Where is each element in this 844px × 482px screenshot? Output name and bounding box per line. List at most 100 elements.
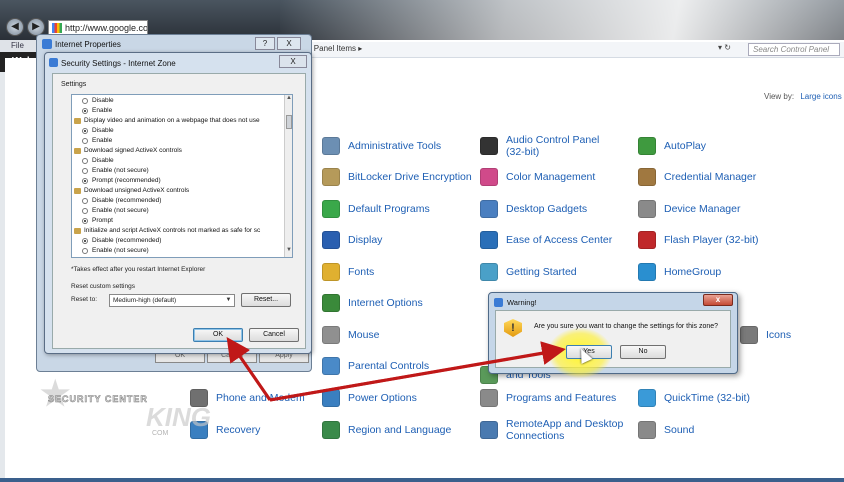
control-panel-item-label: Internet Options (348, 297, 423, 309)
refresh-icon[interactable]: ▾ ↻ (718, 43, 731, 52)
scroll-up-icon[interactable]: ▲ (285, 95, 292, 101)
setting-category[interactable]: Initialize and script ActiveX controls n… (72, 226, 260, 236)
settings-list[interactable]: Enable (not secure) Disable (recommended)… (71, 94, 293, 258)
scroll-thumb[interactable] (286, 115, 292, 129)
radio-button[interactable] (82, 178, 88, 184)
settings-label: Settings (61, 81, 87, 88)
setting-text: Disable (recommended) (92, 197, 162, 204)
ok-button[interactable]: OK (193, 328, 243, 342)
settings-scrollbar[interactable]: ▲ ▼ (284, 95, 292, 257)
setting-option[interactable]: Enable (not secure) (72, 206, 149, 216)
parental-icon (322, 357, 340, 375)
getting-started-icon (480, 263, 498, 281)
control-panel-item-label: Programs and Features (506, 392, 617, 404)
control-panel-item[interactable]: Programs and Features (480, 385, 616, 411)
control-panel-item[interactable]: Desktop Gadgets (480, 196, 587, 222)
radio-button[interactable] (82, 248, 88, 254)
watermark-tag: COM (152, 430, 169, 437)
control-panel-item[interactable]: HomeGroup (638, 259, 721, 285)
radio-button[interactable] (82, 168, 88, 174)
radio-button[interactable] (82, 158, 88, 164)
control-panel-item-label: Sound (664, 424, 695, 436)
control-panel-item[interactable]: Credential Manager (638, 164, 756, 190)
remoteapp-icon (480, 421, 498, 439)
control-panel-item[interactable]: Flash Player (32-bit) (638, 227, 759, 253)
setting-gear-icon (74, 148, 81, 154)
setting-category[interactable]: Download signed ActiveX controls (72, 146, 182, 156)
setting-category[interactable]: Download unsigned ActiveX controls (72, 186, 189, 196)
control-panel-item[interactable]: Internet Options (322, 290, 423, 316)
control-panel-item[interactable]: BitLocker Drive Encryption (322, 164, 472, 190)
region-icon (322, 421, 340, 439)
default-programs-icon (322, 200, 340, 218)
reset-custom-label: Reset custom settings (71, 283, 135, 290)
help-button[interactable]: ? (255, 37, 275, 50)
control-panel-item[interactable]: Sound (638, 417, 694, 443)
warning-dialog: Warning! x ! Are you sure you want to ch… (488, 292, 738, 374)
control-panel-item[interactable]: Icons (740, 322, 791, 348)
control-panel-item[interactable]: Ease of Access Center (480, 227, 612, 253)
file-menu[interactable]: File (0, 40, 40, 52)
setting-option[interactable]: Disable (72, 126, 114, 136)
control-panel-item[interactable]: Region and Language (322, 417, 451, 443)
setting-option[interactable]: Disable (72, 96, 114, 106)
radio-button[interactable] (82, 98, 88, 104)
radio-button[interactable] (82, 208, 88, 214)
close-button[interactable]: X (277, 37, 301, 50)
reset-button[interactable]: Reset... (241, 293, 291, 307)
control-panel-item-label: RemoteApp and Desktop Connections (506, 418, 624, 442)
setting-option[interactable]: Enable (72, 106, 112, 116)
taskbar-edge (0, 478, 844, 482)
setting-option[interactable]: Prompt (recommended) (72, 176, 161, 186)
warning-close-button[interactable]: x (703, 294, 733, 306)
reset-level-select[interactable]: Medium-high (default) ▼ (109, 294, 235, 307)
control-panel-item[interactable]: AutoPlay (638, 133, 706, 159)
radio-button[interactable] (82, 218, 88, 224)
control-panel-item[interactable]: Device Manager (638, 196, 740, 222)
no-button[interactable]: No (620, 345, 666, 359)
control-panel-item[interactable]: Getting Started (480, 259, 577, 285)
setting-text: Enable (92, 137, 113, 144)
watermark-logo: ★ SECURITY CENTER KING COM (40, 372, 211, 442)
radio-button[interactable] (82, 128, 88, 134)
setting-text: Enable (not secure) (92, 207, 149, 214)
control-panel-item[interactable]: Color Management (480, 164, 595, 190)
control-panel-item[interactable]: Audio Control Panel (32-bit) (480, 133, 599, 159)
control-panel-item-label: Getting Started (506, 266, 577, 278)
search-input[interactable]: Search Control Panel (748, 43, 840, 56)
control-panel-item[interactable]: Display (322, 227, 382, 253)
control-panel-item[interactable]: Mouse (322, 322, 380, 348)
back-button[interactable]: ◀ (6, 18, 24, 36)
setting-option[interactable]: Enable (72, 136, 112, 146)
control-panel-item[interactable]: Parental Controls (322, 353, 429, 379)
setting-option[interactable]: Disable (72, 156, 114, 166)
setting-option[interactable]: Disable (recommended) (72, 236, 161, 246)
setting-option[interactable]: Prompt (72, 216, 113, 226)
radio-button[interactable] (82, 238, 88, 244)
view-by-dropdown[interactable]: Large icons ▾ (800, 92, 844, 101)
setting-gear-icon (74, 188, 81, 194)
control-panel-item-label: Display (348, 234, 383, 246)
view-by: View by: Large icons ▾ (764, 92, 844, 101)
cancel-button[interactable]: Cancel (249, 328, 299, 342)
scroll-down-icon[interactable]: ▼ (285, 247, 292, 253)
radio-button[interactable] (82, 108, 88, 114)
control-panel-item-label: Desktop Gadgets (506, 203, 588, 215)
security-settings-close-button[interactable]: X (279, 55, 307, 68)
radio-button[interactable] (82, 198, 88, 204)
setting-option[interactable]: Disable (recommended) (72, 196, 161, 206)
setting-category[interactable]: Display video and animation on a webpage… (72, 116, 260, 126)
setting-text: Download signed ActiveX controls (84, 147, 182, 154)
control-panel-item[interactable]: Power Options (322, 385, 417, 411)
setting-gear-icon (74, 228, 81, 234)
setting-text: Enable (92, 107, 113, 114)
control-panel-item[interactable]: Fonts (322, 259, 374, 285)
control-panel-item[interactable]: Default Programs (322, 196, 430, 222)
control-panel-item[interactable]: RemoteApp and Desktop Connections (480, 417, 623, 443)
radio-button[interactable] (82, 138, 88, 144)
setting-option[interactable]: Enable (not secure) (72, 166, 149, 176)
setting-option[interactable]: Enable (not secure) (72, 246, 149, 256)
control-panel-item[interactable]: Administrative Tools (322, 133, 441, 159)
control-panel-item[interactable]: QuickTime (32-bit) (638, 385, 750, 411)
setting-gear-icon (74, 118, 81, 124)
